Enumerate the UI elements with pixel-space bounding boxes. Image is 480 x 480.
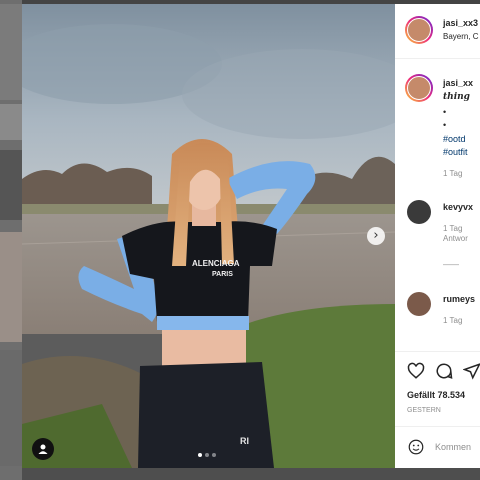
carousel-dot	[212, 453, 216, 457]
user-icon	[38, 444, 48, 454]
share-icon[interactable]	[463, 362, 480, 380]
heart-icon[interactable]	[407, 362, 425, 380]
carousel-indicator	[198, 453, 216, 457]
post-photo[interactable]: ALENCIAGA PARIS RI ›	[22, 4, 395, 468]
comment-icon[interactable]	[435, 362, 453, 380]
background-tile	[0, 150, 22, 220]
caption-bullet: •	[443, 120, 447, 130]
header-divider	[395, 58, 480, 59]
background-tile	[0, 350, 22, 466]
comment-author[interactable]: kevyvx	[443, 202, 473, 212]
carousel-dot	[198, 453, 202, 457]
caption-author[interactable]: jasi_xx	[443, 78, 473, 88]
emoji-icon[interactable]	[407, 438, 425, 456]
photo-image: ALENCIAGA PARIS RI	[22, 4, 395, 468]
caption-bullet: •	[443, 107, 447, 117]
post-side-panel: jasi_xx3 Bayern, C jasi_xx thing • • #oo…	[395, 4, 480, 468]
next-slide-button[interactable]: ›	[367, 227, 385, 245]
background-tile	[0, 104, 22, 140]
comment-avatar[interactable]	[407, 292, 431, 316]
pants-logo: RI	[240, 436, 249, 446]
caption-text: thing	[443, 92, 470, 102]
author-username[interactable]: jasi_xx3	[443, 18, 478, 28]
post-date: GESTERN	[407, 407, 441, 414]
caption-age: 1 Tag	[443, 169, 463, 178]
comment-author[interactable]: rumeys	[443, 294, 475, 304]
comment-avatar[interactable]	[407, 200, 431, 224]
shirt-print: ALENCIAGA	[192, 259, 240, 268]
hashtag-link[interactable]: #ootd	[443, 134, 466, 144]
hashtag-link[interactable]: #outfit	[443, 147, 468, 157]
background-feed-bottom	[22, 468, 480, 480]
comment-box-divider	[395, 426, 480, 427]
tagged-user-button[interactable]	[32, 438, 54, 460]
actions-divider	[395, 351, 480, 352]
caption-author-avatar[interactable]	[405, 74, 433, 102]
comment-input[interactable]: Kommen	[435, 442, 471, 452]
like-count[interactable]: Gefällt 78.534	[407, 390, 465, 400]
carousel-dot	[205, 453, 209, 457]
post-location[interactable]: Bayern, C	[443, 32, 479, 41]
shirt-print-sub: PARIS	[212, 271, 233, 278]
comment-age: 1 Tag	[443, 224, 463, 233]
comment-age: 1 Tag	[443, 316, 463, 325]
chevron-right-icon: ›	[373, 228, 379, 243]
background-tile	[0, 4, 22, 100]
background-tile	[0, 232, 22, 342]
author-avatar[interactable]	[405, 16, 433, 44]
reply-button[interactable]: Antwor	[443, 234, 468, 243]
post-modal: ALENCIAGA PARIS RI › jasi_xx3 Bayern, C …	[22, 4, 480, 468]
view-replies-button[interactable]: ——	[443, 260, 459, 269]
